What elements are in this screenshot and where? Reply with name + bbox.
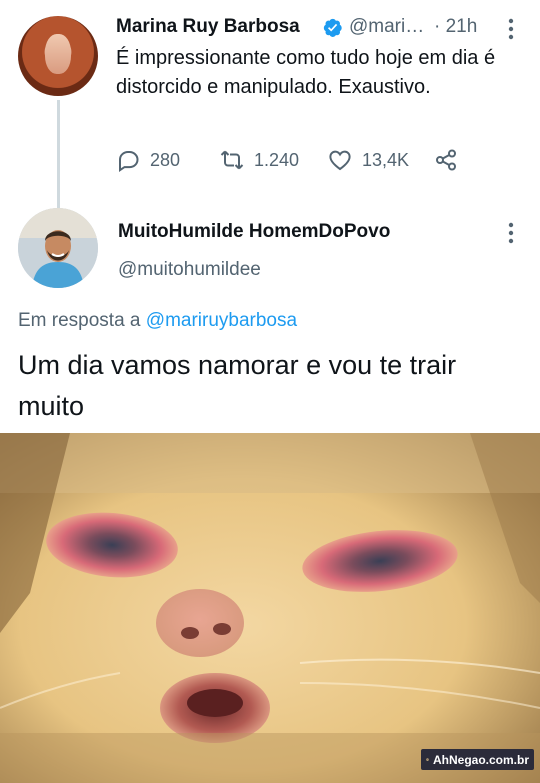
attached-photo[interactable] xyxy=(0,433,540,783)
retweet-icon xyxy=(220,150,244,170)
retweet-button[interactable]: 1.240 xyxy=(220,146,299,174)
avatar-photo xyxy=(18,208,98,288)
more-icon[interactable] xyxy=(508,222,514,244)
reply-icon xyxy=(119,151,139,172)
crying-cat-image xyxy=(0,433,540,783)
like-button[interactable]: 13,4K xyxy=(328,146,409,174)
author-handle[interactable]: @muitohumildee xyxy=(118,259,261,281)
more-icon[interactable] xyxy=(508,18,514,40)
reply-count: 280 xyxy=(150,149,181,170)
watermark: AhNegao.com.br xyxy=(421,749,534,770)
share-icon xyxy=(436,149,456,171)
tweet-actions: 280 1.240 13,4K xyxy=(116,146,536,174)
watermark-text: AhNegao.com.br xyxy=(432,752,529,767)
reply-text: Um dia vamos namorar e vou te trair muit… xyxy=(18,350,457,421)
author-handle[interactable]: @mari… xyxy=(349,16,424,38)
like-count: 13,4K xyxy=(362,149,410,170)
tweet-time[interactable]: · 21h xyxy=(434,16,477,38)
watermark-logo-icon xyxy=(426,758,429,761)
avatar[interactable] xyxy=(18,16,98,96)
reply-button[interactable]: 280 xyxy=(116,146,180,174)
thread-line xyxy=(57,100,60,210)
like-icon xyxy=(329,150,351,171)
original-tweet[interactable]: Marina Ruy Barbosa @mari… · 21h É impres… xyxy=(0,0,540,210)
in-reply-to: Em resposta a @mariruybarbosa xyxy=(18,310,297,332)
tweet-text: É impressionante como tudo hoje em dia é… xyxy=(116,47,496,98)
in-reply-handle-link[interactable]: @mariruybarbosa xyxy=(146,310,297,331)
author-name[interactable]: MuitoHumilde HomemDoPovo xyxy=(118,221,390,243)
share-button[interactable] xyxy=(434,146,458,174)
author-name[interactable]: Marina Ruy Barbosa xyxy=(116,16,300,38)
verified-badge-icon xyxy=(323,18,342,37)
in-reply-prefix: Em resposta a xyxy=(18,310,146,331)
retweet-count: 1.240 xyxy=(254,149,300,170)
avatar[interactable] xyxy=(18,208,98,288)
